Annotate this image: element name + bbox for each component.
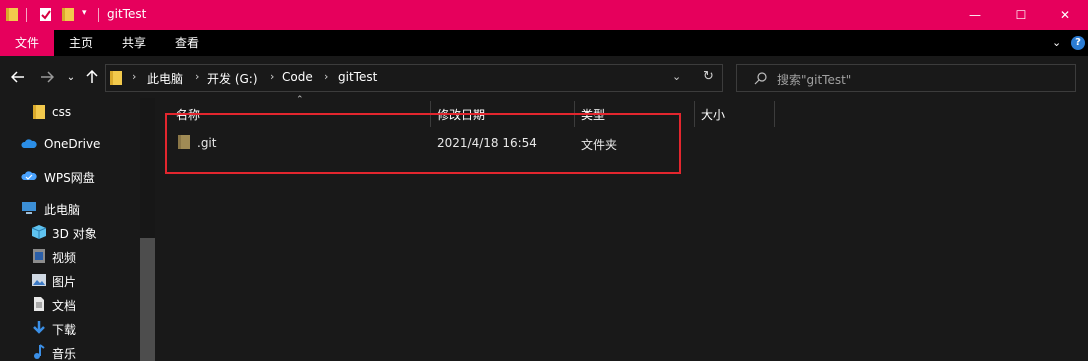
- folder-app-icon: [6, 8, 18, 21]
- wps-cloud-icon: [21, 171, 37, 180]
- cube-icon: [31, 225, 47, 239]
- tab-file[interactable]: 文件: [0, 30, 54, 56]
- nav-item-3d-objects[interactable]: 3D 对象: [0, 221, 140, 243]
- address-bar[interactable]: › 此电脑 › 开发 (G:) › Code › gitTest ⌄ ↻: [105, 64, 723, 92]
- tab-share[interactable]: 共享: [108, 30, 160, 56]
- breadcrumb-chevron-icon[interactable]: ›: [324, 70, 328, 83]
- nav-item-label: OneDrive: [44, 137, 101, 151]
- breadcrumb-chevron-icon[interactable]: ›: [132, 70, 136, 83]
- nav-item-music[interactable]: 音乐: [0, 341, 140, 361]
- computer-icon: [22, 202, 36, 214]
- nav-item-label: 3D 对象: [52, 227, 97, 241]
- column-divider[interactable]: [774, 101, 775, 127]
- expand-ribbon-icon[interactable]: ⌄: [1052, 36, 1061, 49]
- tab-home[interactable]: 主页: [56, 30, 106, 56]
- document-icon: [34, 297, 44, 311]
- window-title: gitTest: [107, 7, 147, 21]
- nav-item-documents[interactable]: 文档: [0, 293, 140, 315]
- nav-item-pictures[interactable]: 图片: [0, 269, 140, 291]
- customize-toolbar-icon[interactable]: ▾: [82, 8, 96, 23]
- highlight-box: [165, 113, 681, 174]
- toolbar-separator: [98, 8, 99, 22]
- nav-item-this-pc[interactable]: 此电脑: [0, 197, 140, 219]
- nav-item-label: 图片: [52, 275, 77, 289]
- cloud-icon: [21, 139, 37, 148]
- breadcrumb-chevron-icon[interactable]: ›: [195, 70, 199, 83]
- close-button[interactable]: ✕: [1042, 0, 1088, 30]
- nav-item-wps-cloud[interactable]: WPS网盘: [0, 165, 140, 187]
- folder-icon: [33, 105, 45, 119]
- refresh-icon[interactable]: ↻: [703, 69, 714, 84]
- column-divider[interactable]: [694, 101, 695, 127]
- picture-icon: [32, 274, 46, 286]
- nav-item-label: 此电脑: [44, 203, 81, 217]
- nav-item-label: 文档: [52, 299, 77, 313]
- maximize-button[interactable]: ☐: [998, 0, 1044, 30]
- tab-view[interactable]: 查看: [162, 30, 212, 56]
- breadcrumb-code[interactable]: Code: [282, 70, 313, 84]
- properties-icon[interactable]: [39, 7, 53, 22]
- nav-pane-scroll-thumb[interactable]: [140, 238, 155, 361]
- search-placeholder: 搜索"gitTest": [777, 73, 852, 87]
- address-dropdown-icon[interactable]: ⌄: [672, 70, 681, 83]
- nav-item-label: css: [52, 105, 72, 119]
- video-icon: [33, 249, 45, 263]
- help-icon[interactable]: ?: [1071, 36, 1085, 50]
- nav-item-css[interactable]: css: [0, 101, 140, 123]
- download-icon: [33, 321, 45, 334]
- navigation-pane: css OneDrive WPS网盘 此电脑 3D 对象 视频 图片 文档 下载…: [0, 98, 157, 361]
- sort-up-icon: ⌃: [296, 95, 304, 105]
- folder-icon: [110, 71, 122, 85]
- new-folder-icon[interactable]: [62, 7, 76, 22]
- search-icon: [754, 72, 767, 85]
- nav-item-label: 音乐: [52, 347, 77, 361]
- breadcrumb-this-pc[interactable]: 此电脑: [147, 70, 183, 87]
- recent-locations-icon[interactable]: ⌄: [62, 68, 80, 86]
- up-arrow-icon[interactable]: [83, 68, 101, 86]
- minimize-button[interactable]: —: [952, 0, 998, 30]
- nav-item-downloads[interactable]: 下载: [0, 317, 140, 339]
- music-icon: [34, 344, 45, 359]
- title-bar: ▾ gitTest — ☐ ✕: [0, 0, 1088, 30]
- navigation-bar: ⌄ › 此电脑 › 开发 (G:) › Code › gitTest ⌄ ↻ 搜…: [0, 56, 1088, 98]
- nav-item-label: 视频: [52, 251, 77, 265]
- nav-item-label: 下载: [52, 323, 77, 337]
- search-box[interactable]: 搜索"gitTest": [736, 64, 1076, 92]
- back-arrow-icon[interactable]: [9, 68, 27, 86]
- breadcrumb-gittest[interactable]: gitTest: [338, 70, 377, 84]
- nav-item-videos[interactable]: 视频: [0, 245, 140, 267]
- breadcrumb-drive[interactable]: 开发 (G:): [207, 70, 258, 87]
- ribbon-tabs: 文件 主页 共享 查看 ⌄ ?: [0, 30, 1088, 56]
- nav-item-onedrive[interactable]: OneDrive: [0, 133, 140, 155]
- forward-arrow-icon[interactable]: [38, 68, 56, 86]
- column-header-size[interactable]: 大小: [701, 106, 725, 123]
- breadcrumb-chevron-icon[interactable]: ›: [270, 70, 274, 83]
- toolbar-separator: [26, 8, 27, 22]
- nav-item-label: WPS网盘: [44, 171, 95, 185]
